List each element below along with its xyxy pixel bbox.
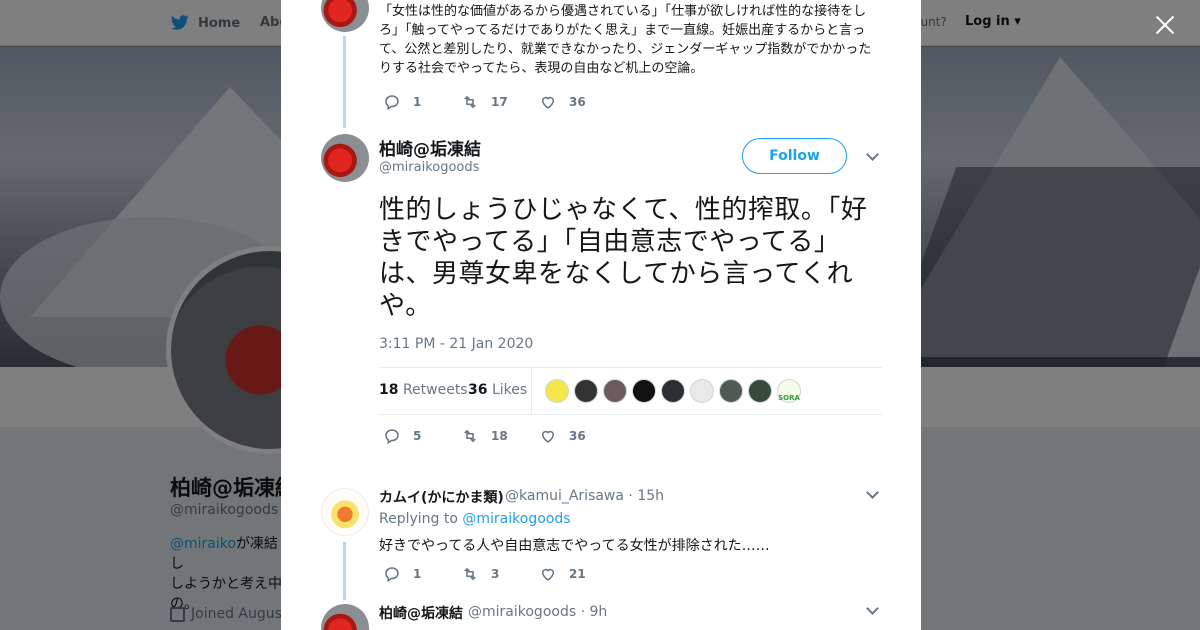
- liker-avatar[interactable]: [574, 379, 598, 403]
- likes-stat-count: 36: [468, 382, 488, 398]
- close-icon[interactable]: [1152, 12, 1178, 38]
- like-button[interactable]: 36: [539, 427, 593, 445]
- retweets-stat-count: 18: [379, 382, 399, 398]
- heart-icon: [541, 96, 555, 109]
- reply1-handle[interactable]: @kamui_Arisawa: [505, 488, 624, 504]
- reply-button[interactable]: 1: [383, 93, 437, 111]
- reply1-actions: 1 3 21: [383, 565, 617, 583]
- retweets-stat[interactable]: 18 Retweets: [379, 382, 468, 398]
- follow-button[interactable]: Follow: [742, 138, 847, 174]
- main-tweet-author-name[interactable]: 柏崎@垢凍結: [379, 135, 481, 160]
- liker-avatar[interactable]: [719, 379, 743, 403]
- reply1-meta: @kamui_Arisawa · 15h: [505, 488, 664, 504]
- tweet-modal: 「女性は性的な価値があるから優遇されている」「仕事が欲しければ性的な接待をしろ」…: [281, 0, 921, 630]
- reply2-handle[interactable]: @miraikogoods: [468, 604, 576, 620]
- reply-count: 5: [413, 429, 422, 443]
- reply2-avatar[interactable]: [321, 604, 369, 630]
- reply-icon: [385, 95, 399, 111]
- like-count: 36: [569, 95, 586, 109]
- reply-button[interactable]: 1: [383, 565, 437, 583]
- reply-count: 1: [413, 95, 422, 109]
- reply-icon: [385, 567, 399, 583]
- like-count: 36: [569, 429, 586, 443]
- reply2-meta: @miraikogoods · 9h: [468, 604, 607, 620]
- reply2-author-name[interactable]: 柏崎@垢凍結: [379, 603, 463, 623]
- reply-count: 1: [413, 567, 422, 581]
- liker-avatars: SORA: [545, 379, 801, 403]
- retweet-icon: [464, 567, 476, 581]
- retweet-count: 3: [491, 567, 500, 581]
- retweet-count: 17: [491, 95, 508, 109]
- retweet-icon: [464, 429, 476, 443]
- retweet-button[interactable]: 3: [461, 565, 515, 583]
- reply-button[interactable]: 5: [383, 427, 437, 445]
- liker-avatar[interactable]: [632, 379, 656, 403]
- main-tweet-avatar[interactable]: [321, 134, 369, 182]
- reply-icon: [385, 429, 399, 445]
- main-tweet-actions: 5 18 36: [383, 427, 617, 445]
- likes-stat-label: Likes: [491, 382, 528, 398]
- retweet-count: 18: [491, 429, 508, 443]
- liker-avatar[interactable]: [690, 379, 714, 403]
- thread-connector-line: [343, 36, 346, 128]
- liker-avatar[interactable]: [748, 379, 772, 403]
- reply1-author-name[interactable]: カムイ(かにかま類): [379, 487, 504, 507]
- reply1-replying-to: Replying to @miraikogoods: [379, 511, 571, 527]
- heart-icon: [541, 568, 555, 581]
- reply1-text: 好きでやってる人や自由意志でやってる女性が排除された……: [379, 538, 770, 554]
- reply2-time[interactable]: · 9h: [581, 604, 608, 620]
- tweet-stats: 18 Retweets 36 Likes SORA: [379, 367, 882, 415]
- like-button[interactable]: 36: [539, 93, 593, 111]
- chevron-down-icon[interactable]: [866, 150, 878, 162]
- retweets-stat-label: Retweets: [402, 382, 468, 398]
- likes-stat[interactable]: 36 Likes: [468, 382, 527, 398]
- replying-prefix: Replying to: [379, 511, 458, 527]
- liker-avatar[interactable]: [603, 379, 627, 403]
- liker-avatar[interactable]: SORA: [777, 379, 801, 403]
- liker-avatar[interactable]: [661, 379, 685, 403]
- stats-divider: [531, 368, 532, 414]
- prev-tweet-actions: 1 17 36: [383, 93, 617, 111]
- liker-avatar[interactable]: [545, 379, 569, 403]
- like-button[interactable]: 21: [539, 565, 593, 583]
- prev-tweet-text: 「女性は性的な価値があるから優遇されている」「仕事が欲しければ性的な接待をしろ」…: [379, 4, 872, 76]
- prev-tweet-avatar[interactable]: [321, 0, 369, 32]
- chevron-down-icon[interactable]: [866, 488, 878, 500]
- replying-to-link[interactable]: @miraikogoods: [462, 511, 570, 527]
- retweet-button[interactable]: 18: [461, 427, 515, 445]
- reply-thread-line: [343, 542, 346, 600]
- chevron-down-icon[interactable]: [866, 604, 878, 616]
- reply1-avatar[interactable]: [321, 488, 369, 536]
- like-count: 21: [569, 567, 586, 581]
- retweet-button[interactable]: 17: [461, 93, 515, 111]
- main-tweet-timestamp[interactable]: 3:11 PM - 21 Jan 2020: [379, 336, 533, 352]
- retweet-icon: [464, 95, 476, 109]
- main-tweet-author-handle[interactable]: @miraikogoods: [379, 160, 479, 175]
- main-tweet-text: 性的しょうひじゃなくて、性的搾取。「好きでやってる」「自由意志でやってる」は、男…: [379, 195, 868, 321]
- reply1-time[interactable]: · 15h: [628, 488, 664, 504]
- heart-icon: [541, 430, 555, 443]
